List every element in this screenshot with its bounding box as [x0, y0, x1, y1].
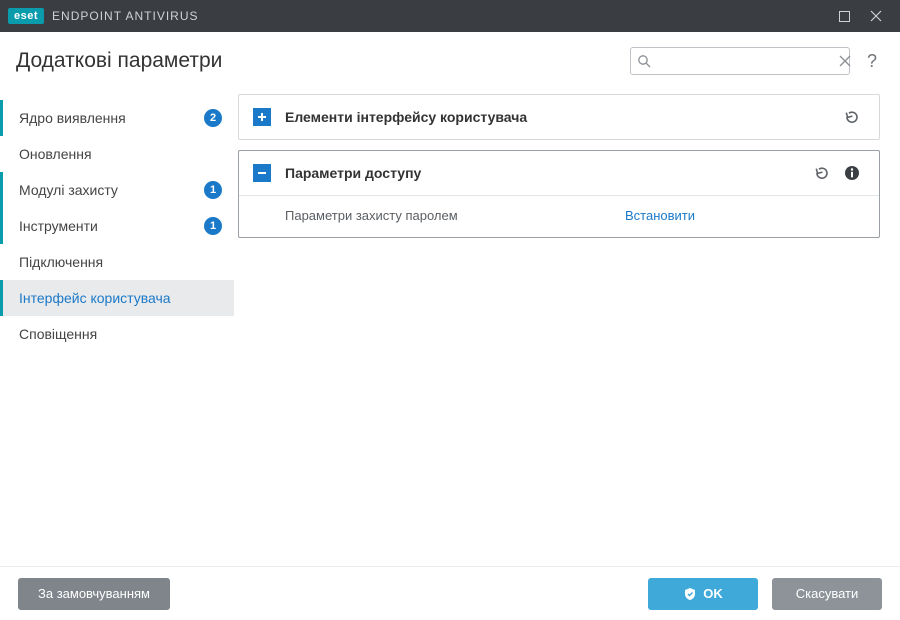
undo-icon	[814, 165, 830, 181]
sidebar-item-label: Ядро виявлення	[19, 110, 196, 126]
brand-logo: eset	[8, 8, 44, 24]
clear-icon[interactable]	[839, 55, 851, 67]
sidebar-item-label: Сповіщення	[19, 326, 222, 342]
page-title: Додаткові параметри	[16, 49, 222, 73]
ok-button[interactable]: OK	[648, 578, 758, 610]
main-panel: Елементи інтерфейсу користувача Параметр…	[234, 94, 900, 566]
sidebar-item-protection-modules[interactable]: Модулі захисту 1	[0, 172, 234, 208]
sidebar-item-label: Оновлення	[19, 146, 222, 162]
defaults-button[interactable]: За замовчуванням	[18, 578, 170, 610]
reset-button[interactable]	[809, 160, 835, 186]
setting-password-label: Параметри захисту паролем	[285, 208, 625, 223]
expand-icon	[253, 108, 271, 126]
sidebar-item-label: Підключення	[19, 254, 222, 270]
section-header-ui-elements[interactable]: Елементи інтерфейсу користувача	[239, 95, 879, 139]
section-ui-elements: Елементи інтерфейсу користувача	[238, 94, 880, 140]
sidebar-item-user-interface[interactable]: Інтерфейс користувача	[0, 280, 234, 316]
search-box[interactable]	[630, 47, 850, 75]
help-icon: ?	[867, 51, 877, 72]
title-bar: eset ENDPOINT ANTIVIRUS	[0, 0, 900, 32]
sidebar-item-label: Інструменти	[19, 218, 196, 234]
sidebar-item-tools[interactable]: Інструменти 1	[0, 208, 234, 244]
info-icon	[844, 165, 860, 181]
window-maximize-button[interactable]	[828, 0, 860, 32]
help-button[interactable]: ?	[860, 49, 884, 73]
section-header-access-params[interactable]: Параметри доступу	[239, 151, 879, 195]
sidebar-badge: 1	[204, 217, 222, 235]
collapse-icon	[253, 164, 271, 182]
sidebar-badge: 1	[204, 181, 222, 199]
setting-password-action[interactable]: Встановити	[625, 208, 695, 223]
sidebar: Ядро виявлення 2 Оновлення Модулі захист…	[0, 94, 234, 566]
shield-icon	[683, 587, 697, 601]
sidebar-item-label: Модулі захисту	[19, 182, 196, 198]
search-icon	[637, 54, 651, 68]
sidebar-item-label: Інтерфейс користувача	[19, 290, 222, 306]
info-button[interactable]	[839, 160, 865, 186]
maximize-icon	[839, 11, 850, 22]
footer: За замовчуванням OK Скасувати	[0, 566, 900, 620]
section-title: Параметри доступу	[285, 165, 805, 181]
sidebar-item-detection-core[interactable]: Ядро виявлення 2	[0, 100, 234, 136]
sidebar-item-connections[interactable]: Підключення	[0, 244, 234, 280]
search-input[interactable]	[651, 54, 839, 69]
section-title: Елементи інтерфейсу користувача	[285, 109, 835, 125]
sidebar-badge: 2	[204, 109, 222, 127]
sidebar-item-update[interactable]: Оновлення	[0, 136, 234, 172]
reset-button[interactable]	[839, 104, 865, 130]
header-row: Додаткові параметри ?	[0, 32, 900, 80]
sidebar-item-notifications[interactable]: Сповіщення	[0, 316, 234, 352]
close-icon	[870, 10, 882, 22]
product-name: ENDPOINT ANTIVIRUS	[52, 9, 198, 23]
ok-label: OK	[703, 586, 723, 601]
section-access-params: Параметри доступу Параметри захисту паро…	[238, 150, 880, 238]
section-body: Параметри захисту паролем Встановити	[239, 195, 879, 237]
cancel-button[interactable]: Скасувати	[772, 578, 882, 610]
window-close-button[interactable]	[860, 0, 892, 32]
undo-icon	[844, 109, 860, 125]
